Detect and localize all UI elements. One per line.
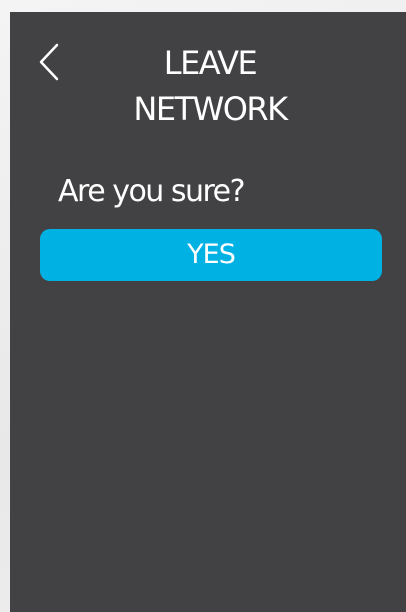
confirmation-question: Are you sure? [58, 174, 246, 209]
device-screen: LEAVE NETWORK Are you sure? YES [10, 12, 406, 612]
page-title: LEAVE NETWORK [70, 40, 350, 132]
page-title-line-2: NETWORK [133, 90, 288, 128]
chevron-left-icon [36, 42, 66, 82]
page-title-line-1: LEAVE [163, 44, 258, 82]
yes-button[interactable]: YES [40, 229, 382, 281]
back-button[interactable] [36, 42, 66, 82]
